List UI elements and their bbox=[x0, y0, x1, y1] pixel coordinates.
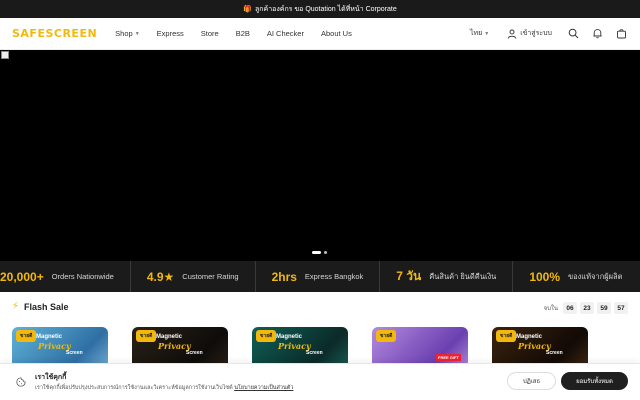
bestseller-badge: ขายดี bbox=[16, 330, 37, 342]
login-link[interactable]: เข้าสู่ระบบ bbox=[507, 28, 552, 39]
chevron-down-icon: ▼ bbox=[134, 30, 140, 37]
stat-item: 7 วัน คืนสินค้า ยินดีคืนเงิน bbox=[396, 267, 512, 286]
decline-cookies-button[interactable]: ปฏิเสธ bbox=[507, 372, 556, 390]
menu-item-b2b[interactable]: B2B bbox=[236, 29, 250, 38]
cart-icon bbox=[616, 29, 626, 39]
main-menu: Shop ▼ Express Store B2B AI Checker Abou… bbox=[115, 29, 369, 38]
announcement-text: ลูกค้าองค์กร ขอ Quotation ได้ที่หน้า Cor… bbox=[255, 5, 397, 13]
free-gift-badge: FREE GIFT bbox=[436, 354, 461, 361]
cookie-message: เราใช้คุกกี้เพื่อปรับปรุงประสบการณ์การใช… bbox=[35, 384, 293, 392]
main-nav: SAFESCREEN Shop ▼ Express Store B2B AI C… bbox=[0, 18, 640, 50]
language-selector[interactable]: ไทย ▼ bbox=[470, 28, 489, 39]
timer-days: 06 bbox=[563, 302, 577, 314]
language-label: ไทย bbox=[470, 30, 483, 37]
chevron-down-icon: ▼ bbox=[484, 30, 490, 37]
announcement-bar[interactable]: 🎁 ลูกค้าองค์กร ขอ Quotation ได้ที่หน้า C… bbox=[0, 0, 640, 18]
countdown-timer: จบใน 06 23 59 57 bbox=[544, 302, 628, 314]
stat-label: Orders Nationwide bbox=[51, 272, 114, 281]
bestseller-badge: ขายดี bbox=[136, 330, 157, 342]
product-title-line1: Magnetic bbox=[516, 334, 543, 340]
hero-slider-dots bbox=[312, 251, 327, 254]
bell-icon bbox=[592, 29, 602, 39]
menu-item-express[interactable]: Express bbox=[157, 29, 184, 38]
stat-item: 100% ของแท้จากผู้ผลิต bbox=[529, 270, 638, 284]
cookie-title: เราใช้คุกกี้ bbox=[35, 374, 67, 381]
product-title-line1: Magnetic bbox=[156, 334, 183, 340]
hero-image-placeholder bbox=[1, 51, 9, 59]
stat-number: 2hrs bbox=[271, 269, 297, 284]
stat-label: คืนสินค้า ยินดีคืนเงิน bbox=[429, 271, 497, 281]
timer-hours: 23 bbox=[580, 302, 594, 314]
stats-strip: 20,000+ Orders Nationwide 4.9★ Customer … bbox=[0, 261, 640, 292]
cookie-banner: เราใช้คุกกี้ เราใช้คุกกี้เพื่อปรับปรุงปร… bbox=[0, 363, 640, 400]
slider-dot[interactable] bbox=[324, 251, 327, 254]
stat-item: 2hrs Express Bangkok bbox=[272, 270, 380, 284]
divider bbox=[379, 261, 381, 292]
timer-seconds: 57 bbox=[614, 302, 628, 314]
menu-item-ai-checker[interactable]: AI Checker bbox=[267, 29, 304, 38]
product-title-line1: Magnetic bbox=[276, 334, 303, 340]
timer-label: จบใน bbox=[543, 306, 558, 312]
lightning-icon: ⚡ bbox=[12, 301, 20, 312]
divider bbox=[254, 261, 256, 292]
flash-sale-header: ⚡ Flash Sale bbox=[12, 301, 69, 312]
timer-minutes: 59 bbox=[597, 302, 611, 314]
gift-icon: 🎁 bbox=[243, 6, 252, 13]
stat-number: 7 วัน bbox=[396, 269, 422, 283]
site-logo[interactable]: SAFESCREEN bbox=[12, 27, 97, 40]
product-title-line3: Screen bbox=[66, 350, 83, 356]
flash-sale-title: Flash Sale bbox=[24, 301, 69, 312]
cookie-text: เราใช้คุกกี้เพื่อปรับปรุงประสบการณ์การใช… bbox=[35, 385, 233, 391]
menu-item-store[interactable]: Store bbox=[201, 29, 219, 38]
product-title-line3: Screen bbox=[546, 350, 563, 356]
search-button[interactable] bbox=[566, 27, 580, 41]
stat-number: 100% bbox=[529, 269, 561, 284]
login-label: เข้าสู่ระบบ bbox=[520, 30, 552, 37]
bestseller-badge: ขายดี bbox=[496, 330, 517, 342]
stat-item: 4.9★ Customer Rating bbox=[147, 270, 255, 284]
notifications-button[interactable] bbox=[590, 27, 604, 41]
product-title-line3: Screen bbox=[186, 350, 203, 356]
menu-item-about-us[interactable]: About Us bbox=[321, 29, 352, 38]
menu-label-shop: Shop bbox=[115, 29, 133, 38]
bestseller-badge: ขายดี bbox=[376, 330, 397, 342]
search-icon bbox=[568, 28, 578, 39]
stat-item: 20,000+ Orders Nationwide bbox=[0, 270, 130, 284]
slider-dot-active[interactable] bbox=[312, 251, 321, 254]
divider bbox=[129, 261, 131, 292]
user-icon bbox=[507, 29, 517, 39]
cookie-icon bbox=[16, 377, 26, 387]
divider bbox=[512, 261, 514, 292]
stat-number: 4.9★ bbox=[146, 269, 175, 284]
product-title-line1: Magnetic bbox=[36, 334, 63, 340]
privacy-policy-link[interactable]: นโยบายความเป็นส่วนตัว bbox=[234, 385, 293, 391]
product-title-line3: Screen bbox=[306, 350, 323, 356]
stat-label: Customer Rating bbox=[182, 272, 239, 281]
cart-button[interactable] bbox=[614, 27, 628, 41]
stat-label: ของแท้จากผู้ผลิต bbox=[568, 271, 623, 281]
stat-number: 20,000+ bbox=[0, 269, 44, 284]
nav-actions: ไทย ▼ เข้าสู่ระบบ bbox=[470, 27, 628, 41]
bestseller-badge: ขายดี bbox=[256, 330, 277, 342]
stat-label: Express Bangkok bbox=[304, 272, 364, 281]
hero-banner[interactable] bbox=[0, 50, 640, 261]
menu-item-shop[interactable]: Shop ▼ bbox=[115, 29, 139, 38]
accept-all-cookies-button[interactable]: ยอมรับทั้งหมด bbox=[561, 372, 628, 390]
